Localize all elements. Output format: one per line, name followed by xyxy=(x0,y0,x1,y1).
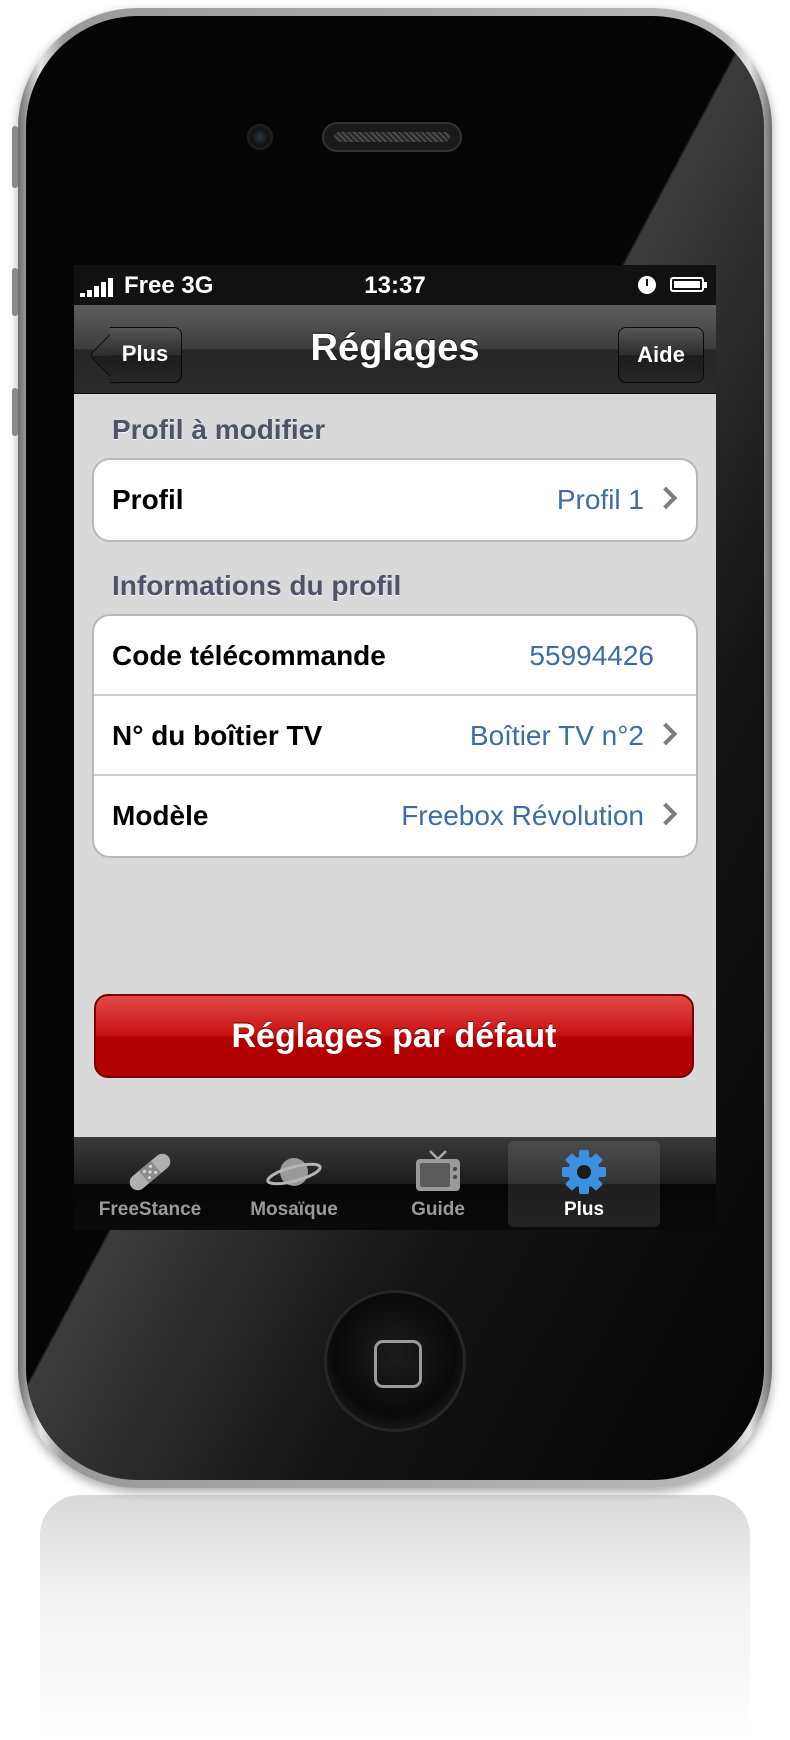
row-value: Profil 1 xyxy=(556,484,644,515)
settings-content: Profil à modifier Profil Profil 1 Inform… xyxy=(74,394,716,1137)
home-square-icon xyxy=(374,1340,422,1388)
row-value: 55994426 xyxy=(529,640,654,671)
row-label: Modèle xyxy=(112,800,209,831)
row-value: Boîtier TV n°2 xyxy=(469,720,644,751)
navigation-bar: Plus Réglages Aide xyxy=(74,305,716,394)
row-tv-box-number[interactable]: N° du boîtier TV Boîtier TV n°2 xyxy=(94,696,696,776)
tab-freestance[interactable]: FreeStance xyxy=(74,1141,226,1227)
tab-bar: FreeStance Mosaïque Guide Plus xyxy=(74,1137,716,1230)
chevron-right-icon xyxy=(654,802,678,826)
device-reflection xyxy=(40,1495,750,1740)
battery-icon xyxy=(670,277,707,292)
alarm-clock-icon xyxy=(638,276,656,294)
tab-label: FreeStance xyxy=(98,1199,202,1220)
section-header-profile: Profil à modifier xyxy=(112,414,326,445)
help-button[interactable]: Aide xyxy=(618,327,704,383)
planet-icon xyxy=(266,1158,322,1186)
row-remote-code: Code télécommande 55994426 xyxy=(94,616,696,696)
tab-mosaique[interactable]: Mosaïque xyxy=(218,1141,370,1227)
profile-info-group: Code télécommande 55994426 N° du boîtier… xyxy=(92,614,698,858)
tab-guide[interactable]: Guide xyxy=(362,1141,514,1227)
mute-switch xyxy=(12,126,18,188)
row-label: Code télécommande xyxy=(112,640,386,671)
tab-label: Mosaïque xyxy=(250,1199,338,1220)
gear-icon xyxy=(562,1150,606,1194)
section-header-profile-info: Informations du profil xyxy=(112,570,402,601)
row-value: Freebox Révolution xyxy=(401,800,644,831)
chevron-right-icon xyxy=(654,722,678,746)
volume-up-button xyxy=(12,268,18,316)
tv-icon xyxy=(416,1150,460,1191)
tab-plus[interactable]: Plus xyxy=(508,1141,660,1227)
reset-defaults-button[interactable]: Réglages par défaut xyxy=(94,994,694,1078)
volume-down-button xyxy=(12,388,18,436)
chevron-right-icon xyxy=(654,486,678,510)
status-bar: Free 3G 13:37 xyxy=(74,265,716,305)
earpiece-speaker xyxy=(322,122,462,152)
home-button[interactable] xyxy=(324,1290,466,1432)
row-model[interactable]: Modèle Freebox Révolution xyxy=(94,776,696,856)
tab-label: Plus xyxy=(563,1199,605,1220)
app-screen: Free 3G 13:37 Plus Réglages Aide Profil … xyxy=(74,265,716,1230)
status-time: 13:37 xyxy=(364,272,426,299)
tab-label: Guide xyxy=(411,1199,465,1220)
row-profile[interactable]: Profil Profil 1 xyxy=(94,460,696,540)
row-label: N° du boîtier TV xyxy=(112,720,323,751)
front-camera xyxy=(247,124,273,150)
row-label: Profil xyxy=(112,484,184,515)
bandage-icon xyxy=(129,1153,171,1191)
profile-group: Profil Profil 1 xyxy=(92,458,698,542)
